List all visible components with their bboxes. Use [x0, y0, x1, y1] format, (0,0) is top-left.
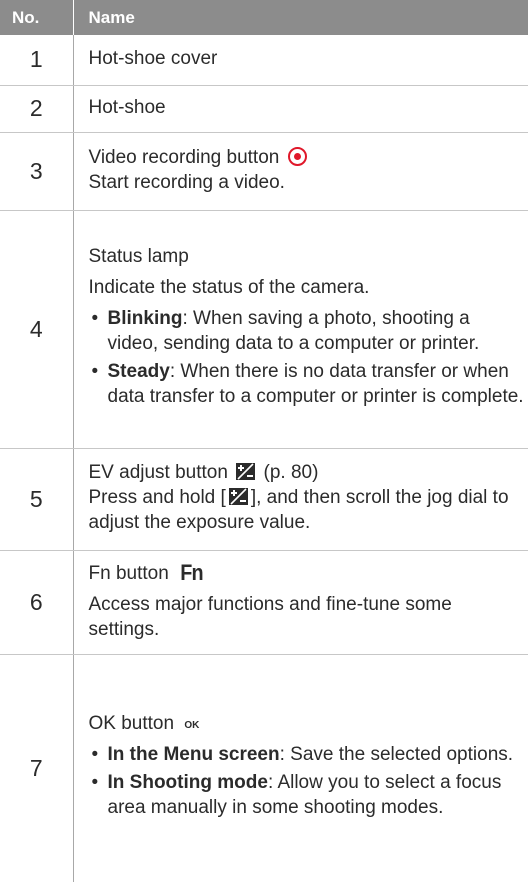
header-name: Name [72, 0, 528, 35]
row-number: 1 [0, 35, 74, 86]
list-item: • In Shooting mode: Allow you to select a… [91, 771, 502, 818]
row-desc: Press and hold [ [88, 487, 226, 508]
row-number: 2 [0, 85, 74, 133]
row-number: 5 [0, 448, 74, 551]
ev-icon [236, 463, 256, 480]
list-item: • Steady: When there is no data transfer … [91, 360, 524, 407]
table-row: 7 OK button OK • In the Menu screen: Save… [0, 654, 528, 882]
page-reference: (p. 80) [263, 462, 319, 483]
fn-icon: Fn [180, 559, 203, 585]
row-name: Hot-shoe cover [73, 35, 528, 86]
row-title: EV adjust button [88, 462, 228, 483]
header-no: No. [0, 0, 73, 35]
list-item: • In the Menu screen: Save the selected o… [91, 743, 514, 765]
table-row: 5 EV adjust button (p. 80) Press and hol… [0, 448, 528, 551]
row-title: Hot-shoe cover [88, 47, 218, 69]
bullet-list: • In the Menu screen: Save the selected o… [89, 742, 525, 820]
ok-icon: OK [184, 719, 200, 731]
row-name: Fn button Fn Access major functions and … [73, 550, 528, 655]
row-desc: Indicate the status of the camera. [88, 276, 370, 298]
row-title: Fn button [88, 562, 169, 584]
parts-table: No. Name 1 Hot-shoe cover 2 Hot-shoe 3 V… [0, 0, 528, 882]
row-number: 6 [0, 550, 74, 655]
table-header-row: No. Name [0, 0, 528, 35]
row-name: OK button OK • In the Menu screen: Save t… [73, 654, 528, 882]
row-title: Status lamp [88, 245, 189, 267]
row-number: 3 [0, 132, 74, 211]
table-row: 4 Status lamp Indicate the status of the… [0, 210, 528, 449]
table-row: 1 Hot-shoe cover [0, 35, 528, 86]
parts-table-container: No. Name 1 Hot-shoe cover 2 Hot-shoe 3 V… [0, 0, 528, 882]
row-title: OK button [88, 712, 175, 734]
row-name: Status lamp Indicate the status of the c… [73, 210, 528, 449]
table-row: 3 Video recording button Start recording… [0, 132, 528, 211]
row-title: Hot-shoe [88, 96, 166, 118]
ev-icon [228, 488, 248, 505]
bullet-list: • Blinking: When saving a photo, shooting… [89, 306, 525, 409]
row-desc: Access major functions and fine-tune som… [88, 593, 452, 640]
record-icon [287, 146, 307, 166]
row-number: 4 [0, 210, 74, 449]
row-desc: Start recording a video. [88, 171, 285, 193]
list-item: • Blinking: When saving a photo, shooting… [91, 307, 480, 354]
row-title: Video recording button [88, 146, 280, 168]
table-row: 6 Fn button Fn Access major functions an… [0, 550, 528, 655]
row-number: 7 [0, 654, 74, 882]
row-name: EV adjust button (p. 80) Press and hold … [73, 448, 528, 551]
row-name: Video recording button Start recording a… [73, 132, 528, 211]
row-name: Hot-shoe [73, 85, 528, 133]
table-row: 2 Hot-shoe [0, 85, 528, 133]
